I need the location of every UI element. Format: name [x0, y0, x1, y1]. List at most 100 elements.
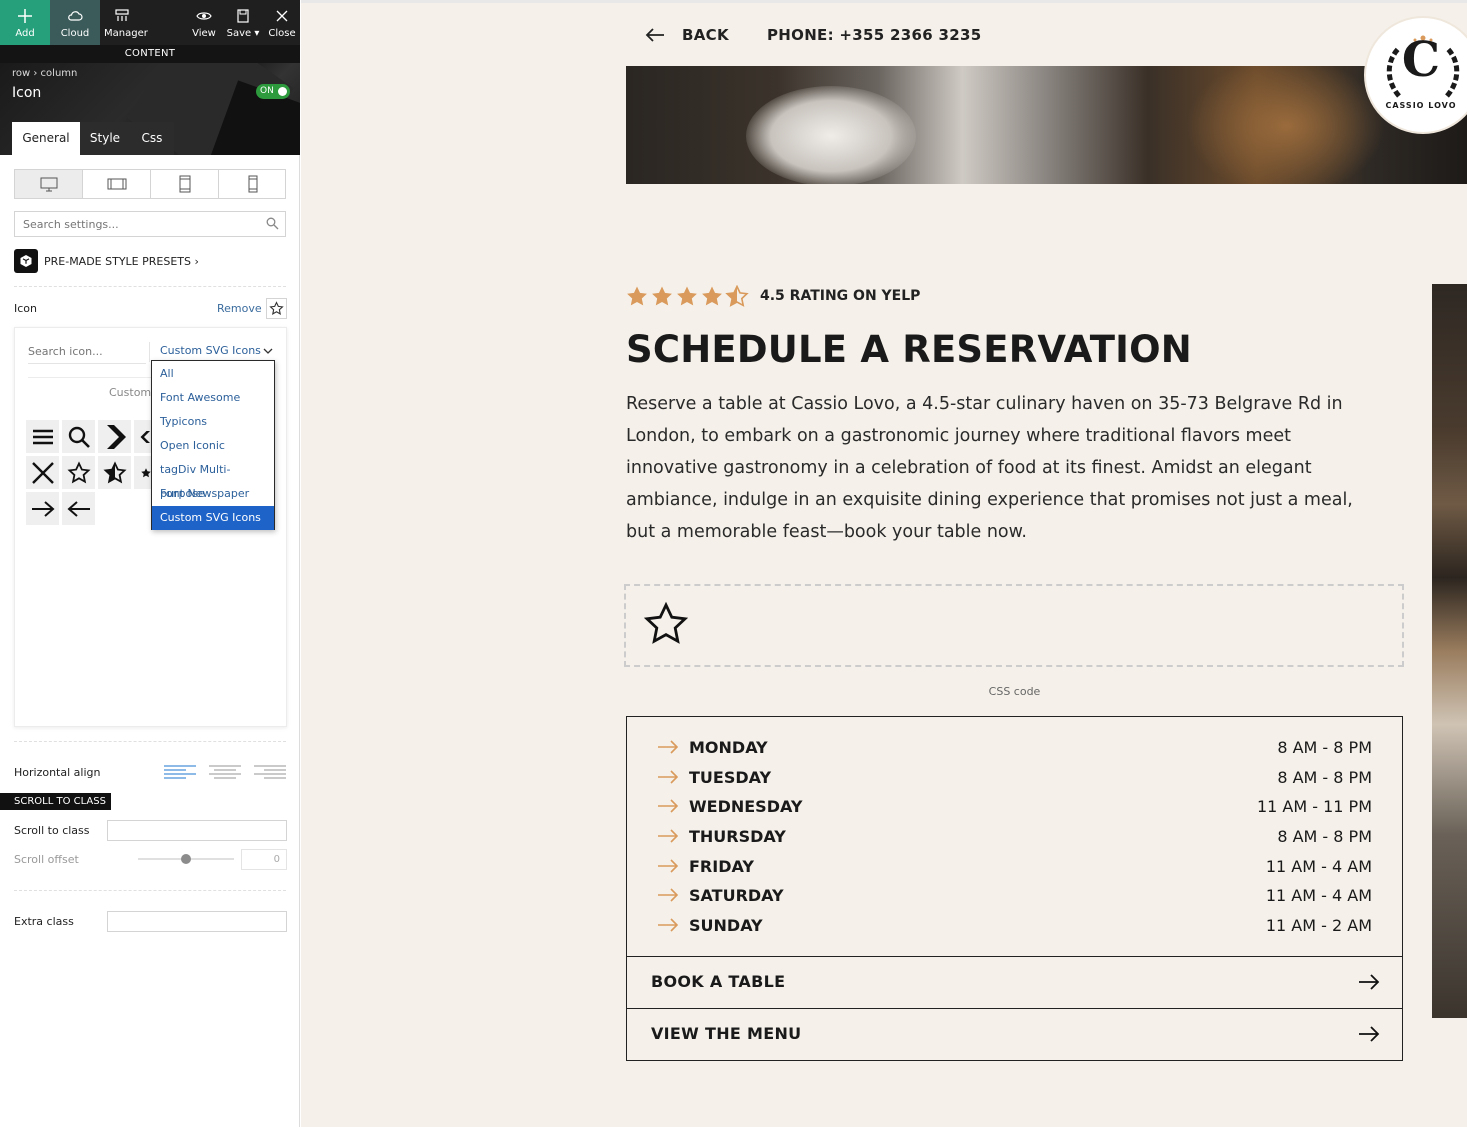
tab-css[interactable]: Css	[130, 122, 174, 155]
star-outline-icon[interactable]	[62, 456, 95, 489]
chevron-right-icon[interactable]	[98, 420, 131, 453]
hours-time: 11 AM - 2 AM	[1265, 916, 1372, 935]
logo-letter: C	[1401, 32, 1441, 88]
close-icon[interactable]	[26, 456, 59, 489]
hours-day: WEDNESDAY	[689, 797, 803, 816]
element-title: Icon	[12, 85, 42, 101]
arrow-right-icon	[658, 829, 679, 843]
save-icon	[237, 9, 249, 23]
menu-icon[interactable]	[26, 420, 59, 453]
arrow-left-icon[interactable]	[62, 492, 95, 525]
element-toggle[interactable]: ON	[256, 84, 290, 99]
extra-class-label: Extra class	[14, 915, 74, 928]
align-left-icon[interactable]	[163, 764, 197, 782]
view-button[interactable]: View	[188, 0, 220, 45]
list-item: SATURDAY 11 AM - 4 AM	[627, 881, 1402, 911]
scroll-to-class-label: Scroll to class	[14, 824, 90, 837]
tab-style[interactable]: Style	[80, 122, 130, 155]
desktop-device-button[interactable]	[15, 170, 83, 198]
arrow-right-icon	[1359, 974, 1380, 990]
breadcrumb[interactable]: row › column	[12, 68, 77, 79]
arrow-right-icon	[658, 859, 679, 873]
library-option-font-newspaper[interactable]: Font Newspaper	[152, 482, 274, 506]
scroll-offset-input[interactable]: 0	[241, 849, 287, 870]
scroll-to-class-input[interactable]	[107, 820, 287, 841]
tablet-portrait-icon	[179, 175, 190, 193]
view-menu-button[interactable]: VIEW THE MENU	[626, 1009, 1403, 1061]
icon-library-dropdown: All Font Awesome Typicons Open Iconic ta…	[151, 360, 275, 530]
icon-element-selected[interactable]	[624, 584, 1404, 667]
tablet-portrait-device-button[interactable]	[151, 170, 219, 198]
icon-search-input[interactable]	[28, 345, 146, 364]
book-table-button[interactable]: BOOK A TABLE	[626, 957, 1403, 1009]
view-label: View	[192, 28, 216, 39]
icon-library-select[interactable]: Custom SVG Icons	[149, 342, 275, 362]
library-option-all[interactable]: All	[152, 362, 274, 386]
arrow-right-icon	[658, 888, 679, 902]
eye-icon	[196, 12, 212, 20]
list-item: TUESDAY 8 AM - 8 PM	[627, 763, 1402, 793]
list-item: WEDNESDAY 11 AM - 11 PM	[627, 792, 1402, 822]
star-half-icon[interactable]	[98, 456, 131, 489]
view-menu-label: VIEW THE MENU	[651, 1024, 802, 1043]
desktop-icon	[40, 177, 57, 192]
phone-number[interactable]: PHONE: +355 2366 3235	[767, 26, 981, 44]
cloud-label: Cloud	[60, 28, 90, 39]
rating-text: 4.5 RATING ON YELP	[760, 288, 921, 304]
add-button[interactable]: Add	[0, 0, 50, 45]
save-button[interactable]: Save ▾	[222, 0, 264, 45]
side-image	[1432, 284, 1467, 1018]
manager-label: Manager	[104, 28, 148, 39]
star-half-icon	[725, 285, 749, 307]
element-header: row › column Icon ON General Style Css	[0, 63, 300, 155]
star-filled-icon	[677, 286, 697, 306]
close-button[interactable]: Close	[266, 0, 298, 45]
hours-day: TUESDAY	[689, 768, 772, 787]
logo-text: CASSIO LOVO	[1385, 101, 1457, 110]
scroll-section-badge: SCROLL TO CLASS	[0, 793, 111, 810]
divider	[14, 741, 286, 742]
logo[interactable]: C CASSIO LOVO	[1364, 16, 1467, 134]
search-icon	[266, 217, 279, 230]
arrow-right-icon[interactable]	[26, 492, 59, 525]
chevron-left-icon[interactable]	[134, 420, 152, 453]
cloud-button[interactable]: Cloud	[50, 0, 100, 45]
tablet-landscape-device-button[interactable]	[83, 170, 151, 198]
extra-class-input[interactable]	[107, 911, 287, 932]
library-option-font-awesome[interactable]: Font Awesome	[152, 386, 274, 410]
slider-handle[interactable]	[181, 854, 191, 864]
selected-icon-preview[interactable]	[266, 298, 287, 319]
list-item: SUNDAY 11 AM - 2 AM	[627, 911, 1402, 941]
list-item: MONDAY 8 AM - 8 PM	[627, 733, 1402, 763]
icon-setting-label: Icon	[14, 302, 37, 315]
hours-day: MONDAY	[689, 738, 768, 757]
star-filled-icon[interactable]	[134, 456, 152, 489]
settings-panel: Add Cloud Manager View Save ▾ Close CONT…	[0, 0, 300, 1127]
list-item: FRIDAY 11 AM - 4 AM	[627, 852, 1402, 882]
remove-icon-link[interactable]: Remove	[217, 302, 262, 315]
library-option-tagdiv[interactable]: tagDiv Multi-purpose	[152, 458, 274, 500]
manager-button[interactable]: Manager	[100, 0, 150, 45]
tablet-landscape-icon	[107, 178, 126, 190]
section-description: Reserve a table at Cassio Lovo, a 4.5-st…	[626, 394, 1353, 542]
library-option-custom-svg[interactable]: Custom SVG Icons	[152, 506, 274, 530]
library-option-open-iconic[interactable]: Open Iconic	[152, 434, 274, 458]
top-toolbar: Add Cloud Manager View Save ▾ Close	[0, 0, 300, 45]
hours-time: 11 AM - 4 AM	[1265, 857, 1372, 876]
cloud-icon	[68, 11, 83, 21]
align-center-icon[interactable]	[208, 764, 242, 782]
arrow-right-icon	[658, 918, 679, 932]
arrow-left-icon[interactable]	[645, 27, 665, 43]
align-right-icon[interactable]	[253, 764, 287, 782]
star-filled-icon	[627, 286, 647, 306]
back-link[interactable]: BACK	[682, 26, 729, 44]
hours-time: 8 AM - 8 PM	[1277, 768, 1372, 787]
library-option-typicons[interactable]: Typicons	[152, 410, 274, 434]
search-settings-input[interactable]	[14, 211, 286, 237]
css-code-placeholder[interactable]: CSS code	[626, 667, 1403, 716]
section-heading: SCHEDULE A RESERVATION	[626, 328, 1192, 371]
phone-device-button[interactable]	[219, 170, 287, 198]
search-icon[interactable]	[62, 420, 95, 453]
book-table-label: BOOK A TABLE	[651, 972, 786, 991]
tab-general[interactable]: General	[12, 122, 80, 155]
